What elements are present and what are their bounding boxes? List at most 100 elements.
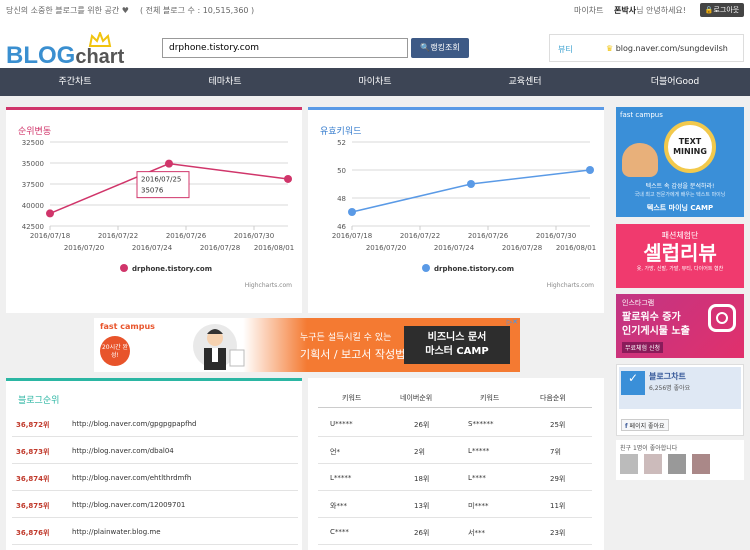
x-tick-label: 2016/07/18 [332,232,372,240]
naver-rank: 26위 [414,529,430,537]
side-ad2-sub: 옷, 가방, 신발, 가발, 뷰티, 다이어트 협찬 [636,266,724,272]
chart-credit: Highcharts.com [245,282,292,289]
y-tick-label: 52 [337,139,346,147]
avatar [620,454,638,474]
nav-theme-chart[interactable]: 테마차트 [150,68,300,96]
data-point [284,174,292,183]
avatar [692,454,710,474]
logout-button[interactable]: 🔒로그아웃 [700,3,744,17]
featured-blog[interactable]: 뷰티 ♛ blog.naver.com/sungdevilsh [549,34,744,62]
nav-education[interactable]: 교육센터 [450,68,600,96]
ad-info-icon[interactable]: ▷✕ [507,318,518,326]
blog-rank: 36,876위 [16,529,50,537]
facebook-page-widget: ✓ 블로그차트 6,256명 좋아요 f 페이지 좋아요 [616,364,744,436]
naver-keyword: C**** [330,528,349,536]
side-ad-instagram[interactable]: 인스타그램 팔로워수 증가 인기게시물 노출 무료체험 신청 [616,294,744,358]
blog-url[interactable]: http://plainwater.blog.me [72,528,161,536]
blog-rank: 36,874위 [16,475,50,483]
banner-brand: fast campus [100,322,155,331]
naver-rank: 18위 [414,475,430,483]
side-ad-celeb-review[interactable]: 패션체험단 셀럽리뷰 옷, 가방, 신발, 가발, 뷰티, 다이어트 협찬 [616,224,744,288]
blog-url[interactable]: http://blog.naver.com/dbal04 [72,447,174,455]
ad-banner[interactable]: fast campus 20시간 완성! 누구든 설득시킬 수 있는 기획서 /… [94,318,520,372]
y-tick-label: 46 [337,223,346,231]
x-tick-label: 2016/07/28 [200,244,240,252]
blog-rank: 36,873위 [16,448,50,456]
table-row[interactable]: 36,876위 http://plainwater.blog.me [12,518,298,545]
table-row: L***** 18위 L**** 29위 [318,464,592,491]
nav-together-good[interactable]: 더블어Good [600,68,750,96]
crown-icon: ♛ [606,44,614,53]
side-ad1-brand: fast campus [620,111,663,119]
naver-rank: 13위 [414,502,430,510]
x-tick-label: 2016/08/01 [556,244,596,252]
side-ad2-small: 패션체험단 [661,231,699,240]
table-row[interactable]: 36,872위 http://blog.naver.com/gpgpgpapfhd [12,410,298,437]
featured-url: ♛ blog.naver.com/sungdevilsh [606,44,728,53]
logo-chart: chart [75,46,125,68]
x-tick-label: 2016/07/24 [434,244,475,252]
naver-keyword: 언* [330,448,340,456]
naver-rank: 2위 [414,448,425,456]
kw-header-naver-keyword: 키워드 [342,394,362,402]
table-row: 와*** 13위 미**** 11위 [318,491,592,518]
daum-rank: 11위 [550,502,566,510]
search-input[interactable] [162,38,408,58]
nav-my-chart[interactable]: 마이차트 [300,68,450,96]
data-point [348,208,356,216]
y-tick-label: 48 [337,195,346,203]
daum-rank: 23위 [550,529,566,537]
side-ad3-b: 팔로워수 증가 [622,312,681,323]
naver-keyword: 와*** [330,502,347,510]
x-tick-label: 2016/07/20 [64,244,104,252]
keyword-chart-panel: 유효키워드 52 50 48 46 2016/07/18 2016/07/22 2016/0… [308,107,604,313]
kw-header-daum-keyword: 키워드 [480,394,500,402]
daum-keyword: L***** [468,447,490,455]
daum-rank: 25위 [550,421,566,429]
y-tick-label: 40000 [22,202,44,210]
blog-count: ( 전체 블로그 수 : 10,515,360 ) [140,6,255,15]
table-row[interactable]: 36,875위 http://blog.naver.com/12009701 [12,491,298,518]
instagram-icon [708,304,736,332]
y-tick-label: 50 [337,167,346,175]
banner-box2: 마스터 CAMP [425,346,489,357]
data-point [165,159,173,168]
side-ad1-title1: TEXT [678,137,702,146]
fb-like-button[interactable]: f 페이지 좋아요 [621,419,669,431]
mychart-link[interactable]: 마이차트 [574,5,603,16]
side-ad3-c: 인기게시물 노출 [622,326,690,337]
featured-category: 뷰티 [558,45,573,54]
banner-badge: 20시간 완성! [100,336,130,366]
fb-friends-text: 친구 1명이 좋아합니다 [620,445,678,452]
presenter-illustration-icon [193,324,245,370]
series-line [351,169,591,213]
x-tick-label: 2016/07/28 [502,244,542,252]
keyword-chart: 52 50 48 462016/07/18 2016/07/22 2016/07/26 20… [332,139,596,289]
blog-url[interactable]: http://blog.naver.com/12009701 [72,501,185,509]
main-nav: 주간차트 테마차트 마이차트 교육센터 더블어Good [0,68,750,96]
data-point [46,209,54,218]
table-row[interactable]: 36,874위 http://blog.naver.com/ehtlthrdmfh [12,464,298,491]
user-name: 폰박사 [614,6,637,15]
ranking-search-button[interactable]: 🔍랭킹조회 [411,38,469,58]
daum-keyword: 서*** [468,529,485,537]
x-tick-label: 2016/07/30 [536,232,576,240]
x-tick-label: 2016/08/01 [254,244,294,252]
x-tick-label: 2016/07/22 [98,232,138,240]
data-point [586,166,594,174]
nav-weekly-chart[interactable]: 주간차트 [0,68,150,96]
chart-credit: Highcharts.com [547,282,594,289]
naver-rank: 26위 [414,421,430,429]
legend-label: drphone.tistory.com [132,265,212,273]
naver-keyword: U***** [330,420,353,428]
side-ad1-desc: 국내 최고 전문가에게 배우는 텍스트 마이닝 [634,192,726,198]
fb-page-name: 블로그차트 [649,372,686,381]
side-ad-text-mining[interactable]: fast campus TEXT MINING 텍스트 속 감성을 분석하라! … [616,107,744,217]
x-tick-label: 2016/07/26 [468,232,509,240]
y-tick-label: 37500 [22,181,44,189]
fb-like-label: 페이지 좋아요 [629,423,665,430]
banner-cta-box: 비즈니스 문서 마스터 CAMP [404,326,510,364]
blog-url[interactable]: http://blog.naver.com/gpgpgpapfhd [72,420,196,428]
blog-url[interactable]: http://blog.naver.com/ehtlthrdmfh [72,474,191,482]
table-row[interactable]: 36,873위 http://blog.naver.com/dbal04 [12,437,298,464]
